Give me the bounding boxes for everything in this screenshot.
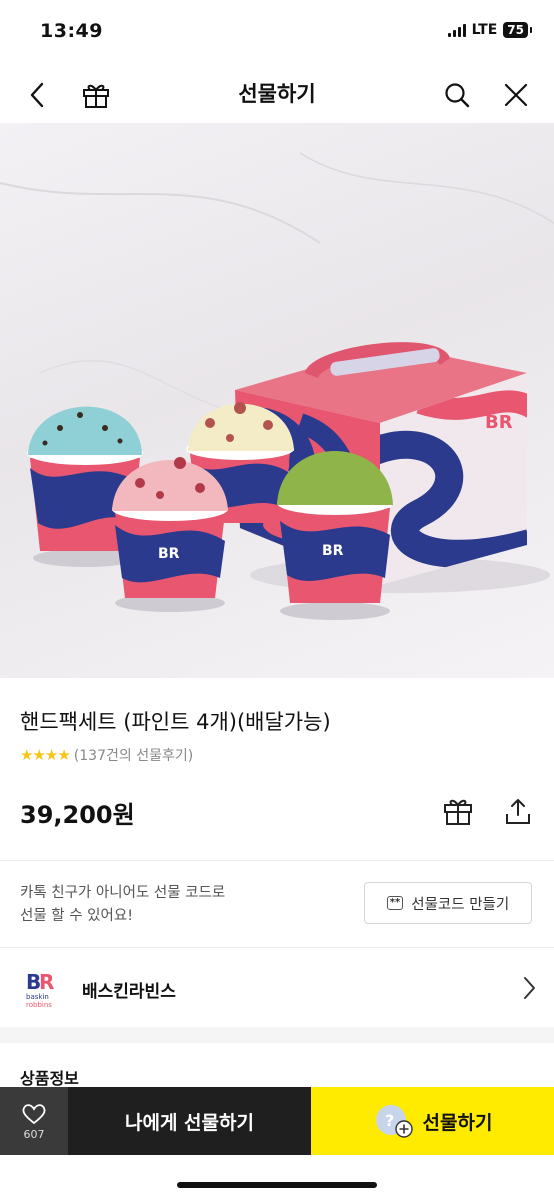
divider bbox=[0, 947, 554, 948]
gift-label: 선물하기 bbox=[422, 1111, 493, 1134]
home-indicator bbox=[177, 1182, 377, 1188]
close-button[interactable] bbox=[498, 77, 534, 113]
svg-text:BR: BR bbox=[322, 543, 344, 559]
brand-row[interactable]: B R baskin robbins 배스킨라빈스 bbox=[0, 950, 554, 1026]
battery-icon: 75 bbox=[503, 22, 532, 38]
code-icon: ** bbox=[386, 896, 404, 910]
self-gift-button[interactable]: 나에게 선물하기 bbox=[68, 1087, 311, 1155]
product-illustration: BR BR BR bbox=[0, 152, 554, 620]
like-button[interactable]: 607 bbox=[0, 1087, 68, 1155]
rating-row[interactable]: ★★★★ (137건의 선물후기) bbox=[20, 745, 193, 765]
review-count: (137건의 선물후기) bbox=[73, 748, 194, 764]
svg-text:BR: BR bbox=[485, 412, 513, 433]
svg-text:?: ? bbox=[385, 1111, 394, 1130]
product-price: 39,200원 bbox=[20, 801, 135, 829]
heart-icon bbox=[22, 1103, 46, 1124]
divider bbox=[0, 860, 554, 861]
create-gift-code-label: 선물코드 만들기 bbox=[411, 896, 510, 913]
svg-text:robbins: robbins bbox=[26, 1001, 52, 1009]
brand-name: 배스킨라빈스 bbox=[82, 982, 176, 1002]
rating-stars: ★★★★ bbox=[20, 746, 71, 764]
bottom-action-bar: 607 나에게 선물하기 ? 선물하기 bbox=[0, 1087, 554, 1155]
brand-logo: B R baskin robbins bbox=[26, 970, 54, 1009]
svg-text:BR: BR bbox=[158, 546, 180, 562]
gift-box-button[interactable] bbox=[440, 793, 476, 829]
create-gift-code-button[interactable]: ** 선물코드 만들기 bbox=[364, 882, 532, 924]
search-icon bbox=[445, 83, 470, 108]
share-icon bbox=[506, 799, 530, 824]
section-title: 상품정보 bbox=[20, 1069, 79, 1088]
close-icon bbox=[504, 83, 528, 107]
like-count: 607 bbox=[23, 1127, 45, 1141]
section-separator bbox=[0, 1027, 554, 1043]
gift-bubble-icon: ? bbox=[375, 1105, 413, 1138]
chevron-right-icon bbox=[524, 977, 535, 999]
product-title: 핸드팩세트 (파인트 4개)(배달가능) bbox=[20, 710, 331, 734]
signal-icon bbox=[447, 23, 466, 37]
svg-text:baskin: baskin bbox=[26, 993, 49, 1001]
gift-code-description: 카톡 친구가 아니어도 선물 코드로 선물 할 수 있어요! bbox=[20, 885, 226, 924]
network-label: LTE bbox=[471, 22, 498, 38]
share-button[interactable] bbox=[500, 793, 536, 829]
search-button[interactable] bbox=[439, 77, 475, 113]
gift-button[interactable]: ? 선물하기 bbox=[311, 1087, 554, 1155]
status-indicators: LTE 75 bbox=[447, 22, 532, 38]
svg-text:R: R bbox=[39, 970, 54, 994]
status-time: 13:49 bbox=[40, 20, 103, 42]
product-image: BR BR BR bbox=[0, 123, 554, 678]
gift-box-icon bbox=[444, 799, 472, 825]
self-gift-label: 나에게 선물하기 bbox=[125, 1111, 254, 1134]
